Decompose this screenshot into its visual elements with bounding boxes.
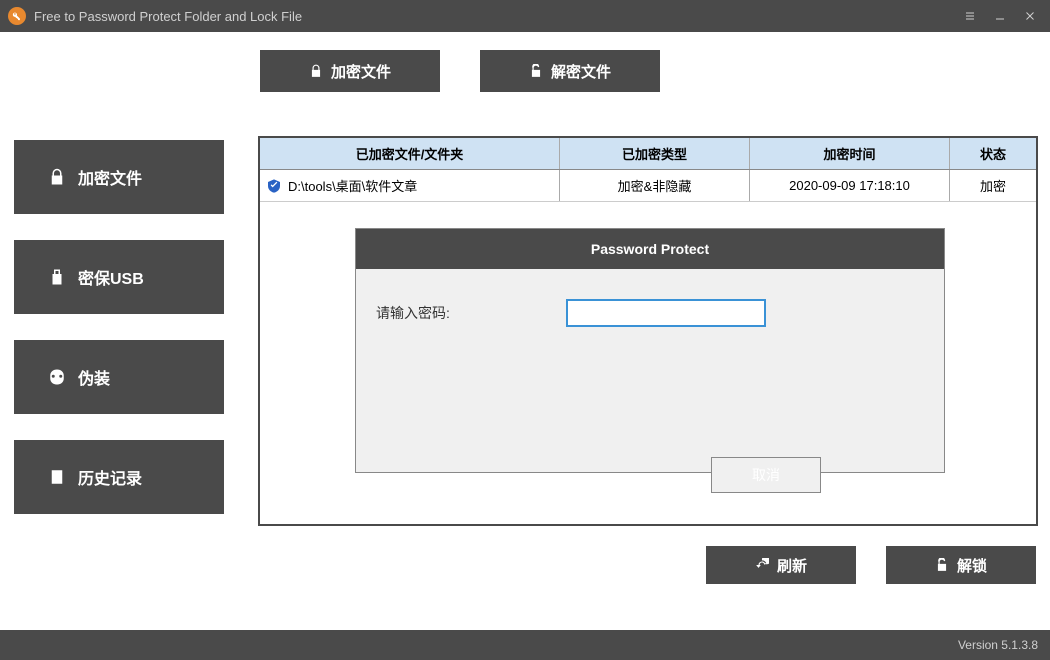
dialog-cancel-button[interactable]: 取消 bbox=[711, 457, 821, 493]
version-text: Version 5.1.3.8 bbox=[958, 638, 1038, 652]
col-header-type[interactable]: 已加密类型 bbox=[560, 138, 750, 169]
encrypt-file-button[interactable]: 加密文件 bbox=[260, 50, 440, 92]
window-title: Free to Password Protect Folder and Lock… bbox=[34, 9, 952, 24]
unlock-label: 解锁 bbox=[957, 555, 987, 576]
sidebar-item-disguise[interactable]: 伪装 bbox=[14, 340, 224, 414]
table-row[interactable]: D:\tools\桌面\软件文章 加密&非隐藏 2020-09-09 17:18… bbox=[260, 170, 1036, 202]
version-bar: Version 5.1.3.8 bbox=[0, 630, 1050, 660]
lock-icon bbox=[309, 64, 323, 78]
history-icon bbox=[48, 468, 66, 486]
refresh-label: 刷新 bbox=[777, 555, 807, 576]
sidebar-item-label: 伪装 bbox=[78, 365, 110, 389]
cell-path: D:\tools\桌面\软件文章 bbox=[260, 170, 560, 201]
titlebar: Free to Password Protect Folder and Lock… bbox=[0, 0, 1050, 32]
dialog-body: 请输入密码: 解锁 取消 bbox=[356, 269, 944, 397]
col-header-status[interactable]: 状态 bbox=[950, 138, 1036, 169]
password-label: 请输入密码: bbox=[376, 303, 526, 323]
sidebar-item-label: 密保USB bbox=[78, 265, 144, 289]
app-icon bbox=[8, 7, 26, 25]
refresh-button[interactable]: 刷新 bbox=[706, 546, 856, 584]
refresh-icon bbox=[755, 558, 769, 572]
mask-icon bbox=[48, 368, 66, 386]
cell-time: 2020-09-09 17:18:10 bbox=[750, 170, 950, 201]
password-input[interactable] bbox=[566, 299, 766, 327]
unlock-button[interactable]: 解锁 bbox=[886, 546, 1036, 584]
sidebar-item-encrypt[interactable]: 加密文件 bbox=[14, 140, 224, 214]
cell-type: 加密&非隐藏 bbox=[560, 170, 750, 201]
unlock-icon bbox=[529, 64, 543, 78]
dialog-title: Password Protect bbox=[356, 229, 944, 269]
close-button[interactable] bbox=[1018, 4, 1042, 28]
col-header-time[interactable]: 加密时间 bbox=[750, 138, 950, 169]
lock-icon bbox=[48, 168, 66, 186]
sidebar: 加密文件 密保USB 伪装 历史记录 bbox=[14, 140, 224, 514]
decrypt-file-button[interactable]: 解密文件 bbox=[480, 50, 660, 92]
sidebar-item-history[interactable]: 历史记录 bbox=[14, 440, 224, 514]
footer-actions: 刷新 解锁 bbox=[706, 546, 1036, 584]
usb-icon bbox=[48, 268, 66, 286]
shield-icon bbox=[266, 178, 282, 194]
decrypt-label: 解密文件 bbox=[551, 61, 611, 82]
top-actions: 加密文件 解密文件 bbox=[0, 32, 1050, 110]
menu-icon[interactable] bbox=[958, 4, 982, 28]
minimize-button[interactable] bbox=[988, 4, 1012, 28]
col-header-path[interactable]: 已加密文件/文件夹 bbox=[260, 138, 560, 169]
sidebar-item-label: 加密文件 bbox=[78, 165, 142, 189]
unlock-icon bbox=[935, 558, 949, 572]
table-header: 已加密文件/文件夹 已加密类型 加密时间 状态 bbox=[260, 138, 1036, 170]
sidebar-item-label: 历史记录 bbox=[78, 465, 142, 489]
password-dialog: Password Protect 请输入密码: 解锁 取消 bbox=[355, 228, 945, 473]
sidebar-item-usb[interactable]: 密保USB bbox=[14, 240, 224, 314]
password-row: 请输入密码: bbox=[376, 299, 924, 327]
cell-path-text: D:\tools\桌面\软件文章 bbox=[288, 176, 417, 195]
cell-status: 加密 bbox=[950, 170, 1036, 201]
encrypt-label: 加密文件 bbox=[331, 61, 391, 82]
